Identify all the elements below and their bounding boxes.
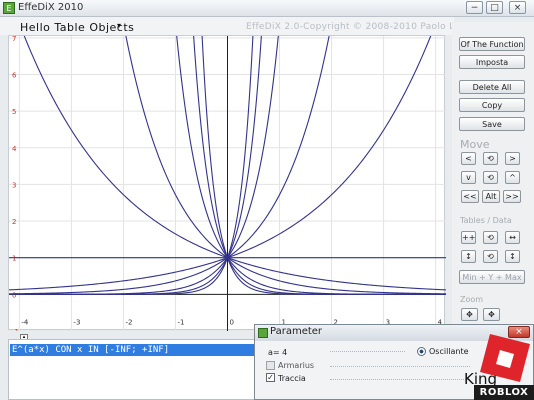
min-max-button[interactable]: Min + Y + Max xyxy=(459,270,525,284)
x-tick-label: 0 xyxy=(230,318,234,326)
zoom-out-icon[interactable]: ✥ xyxy=(483,308,500,321)
move-reset-button[interactable]: ⟲ xyxy=(483,152,498,165)
move-reset-2-button[interactable]: ⟲ xyxy=(483,171,498,184)
traccia-label: Traccia xyxy=(278,374,306,383)
y-tick-label: 7 xyxy=(12,36,16,43)
delete-all-button[interactable]: Delete All xyxy=(459,80,525,94)
parameter-app-icon xyxy=(258,328,268,338)
y-tick-label: -1 xyxy=(12,328,19,331)
oscillante-radio[interactable] xyxy=(417,347,426,356)
fast-left-button[interactable]: << xyxy=(461,190,479,203)
function-button[interactable]: Of The Function xyxy=(459,37,525,51)
y-tick-label: 1 xyxy=(12,255,16,263)
copy-button[interactable]: Copy xyxy=(459,98,525,112)
fast-right-button[interactable]: >> xyxy=(503,190,521,203)
x-tick-label: -4 xyxy=(21,318,29,326)
move-section-label: Move xyxy=(460,138,490,151)
parameter-title: Parameter xyxy=(270,326,323,337)
oscillante-label: Oscillante xyxy=(429,347,469,356)
move-left-button[interactable]: < xyxy=(461,152,476,165)
graph-canvas[interactable]: -4-3-2-10123476543210-1 xyxy=(8,0,447,336)
app-icon: E xyxy=(3,2,15,14)
zoom-in-icon[interactable]: ✥ xyxy=(461,308,478,321)
x-tick-label: -1 xyxy=(177,318,184,326)
y-tick-label: 0 xyxy=(12,291,16,299)
table-height-button[interactable]: ↕ xyxy=(461,250,476,263)
table-add-button[interactable]: ++ xyxy=(461,231,476,244)
table-width-button[interactable]: ↔ xyxy=(505,231,520,244)
parameter-slider-track[interactable] xyxy=(330,351,405,352)
alt-button[interactable]: Alt xyxy=(482,190,500,203)
tables-section-label: Tables / Data xyxy=(460,216,512,225)
close-button[interactable]: × xyxy=(509,1,526,14)
minimize-button[interactable]: − xyxy=(466,1,483,14)
traccia-slider-track[interactable] xyxy=(330,379,470,380)
imposta-button[interactable]: Imposta xyxy=(459,55,525,69)
watermark-roblox-text: ROBLOX xyxy=(474,385,534,400)
y-tick-label: 3 xyxy=(12,181,16,189)
y-tick-label: 5 xyxy=(12,108,16,116)
expression-text: E^(a*x) CON x IN [-INF; +INF] xyxy=(12,345,170,355)
move-up-button[interactable]: ^ xyxy=(505,171,520,184)
move-down-button[interactable]: v xyxy=(461,171,476,184)
armarius-label: Armarius xyxy=(278,361,315,370)
armarius-slider-track[interactable] xyxy=(330,366,470,367)
zoom-section-label: Zoom xyxy=(460,295,484,304)
y-tick-label: 2 xyxy=(12,218,16,226)
x-tick-label: -2 xyxy=(125,318,132,326)
graph-svg[interactable]: -4-3-2-10123476543210-1 xyxy=(8,0,447,336)
parameter-value: a= 4 xyxy=(268,348,288,357)
table-height-2-button[interactable]: ↕ xyxy=(505,250,520,263)
traccia-checkbox[interactable]: ✓ xyxy=(266,373,275,382)
y-tick-label: 6 xyxy=(12,71,17,79)
table-reset-button[interactable]: ⟲ xyxy=(483,231,498,244)
maximize-button[interactable]: □ xyxy=(486,1,503,14)
x-tick-label: -3 xyxy=(73,318,80,326)
armarius-checkbox[interactable] xyxy=(266,361,275,370)
window-title: EffeDiX 2010 xyxy=(18,2,84,13)
table-reset-2-button[interactable]: ⟲ xyxy=(483,250,498,263)
y-tick-label: 4 xyxy=(12,145,17,153)
move-right-button[interactable]: > xyxy=(505,152,520,165)
chevron-down-icon[interactable]: ▾ xyxy=(117,21,121,30)
save-button[interactable]: Save xyxy=(459,117,525,131)
